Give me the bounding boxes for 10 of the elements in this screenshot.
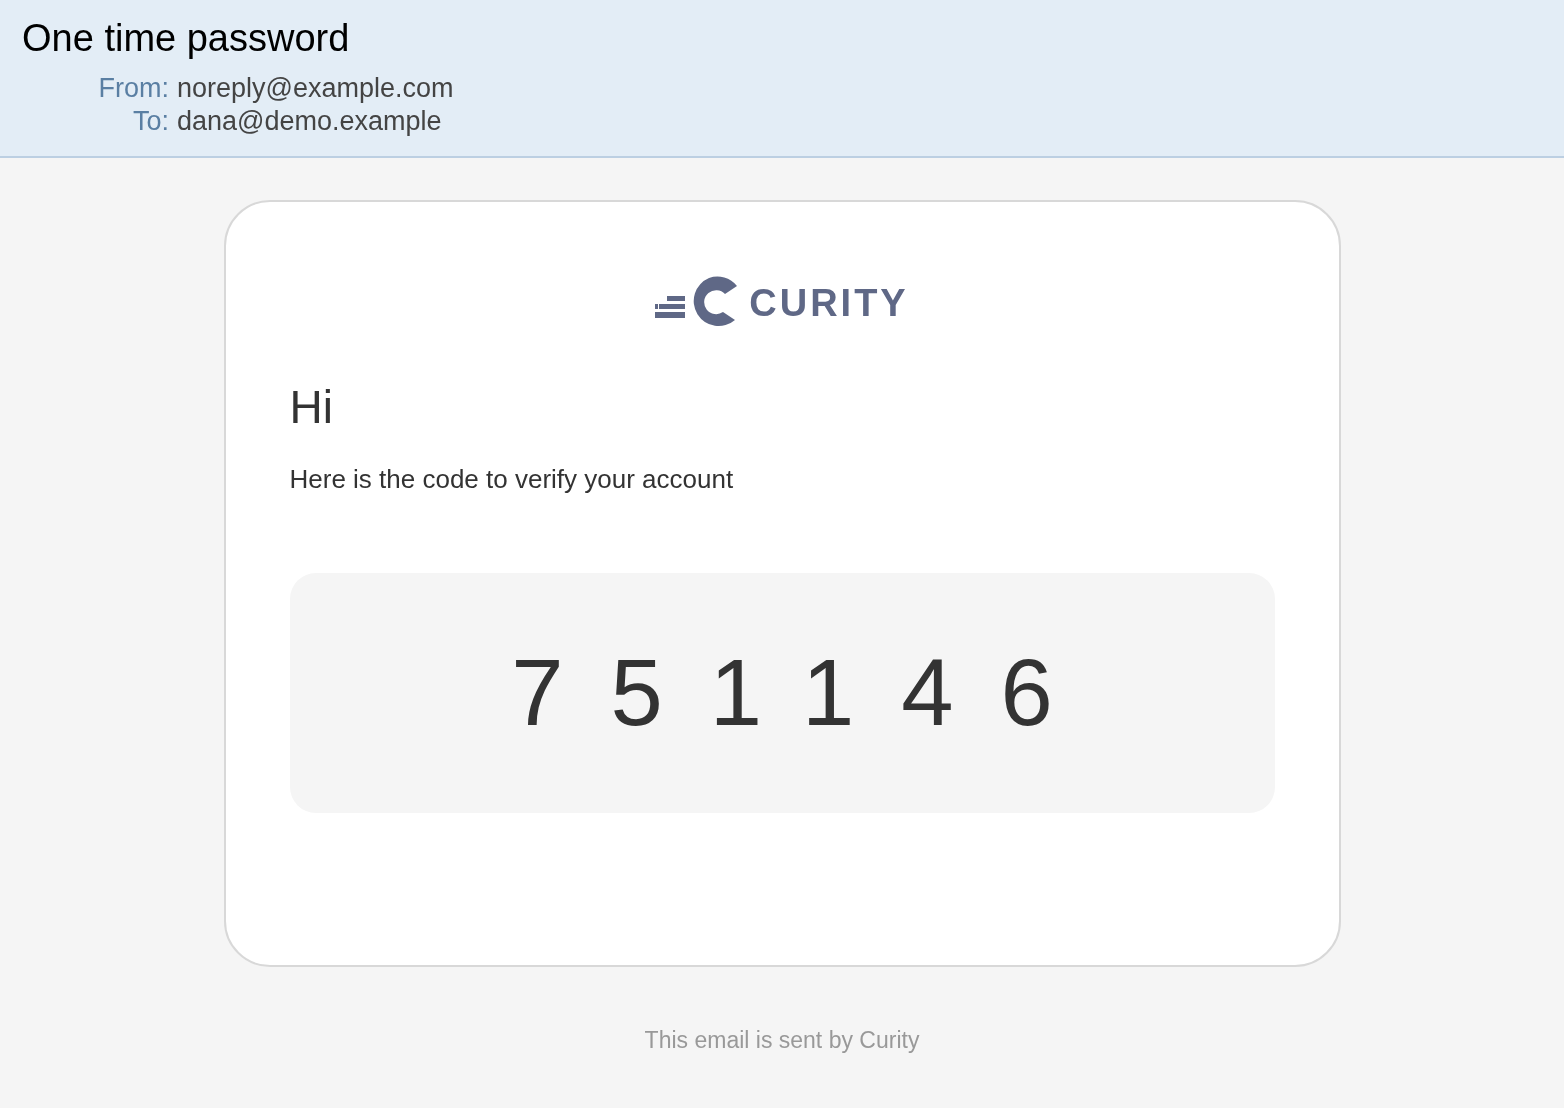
intro-text: Here is the code to verify your account	[289, 464, 735, 495]
greeting: Hi	[289, 380, 334, 434]
footer-text: This email is sent by Curity	[644, 1027, 920, 1054]
email-subject: One time password	[22, 16, 351, 61]
header-label: From:	[97, 72, 169, 105]
verification-code: 751146	[511, 639, 1100, 747]
header-label: To:	[131, 105, 169, 138]
brand-name: CURITY	[749, 281, 909, 325]
header-value: dana@demo.example	[177, 105, 443, 138]
header-value: noreply@example.com	[177, 72, 454, 105]
